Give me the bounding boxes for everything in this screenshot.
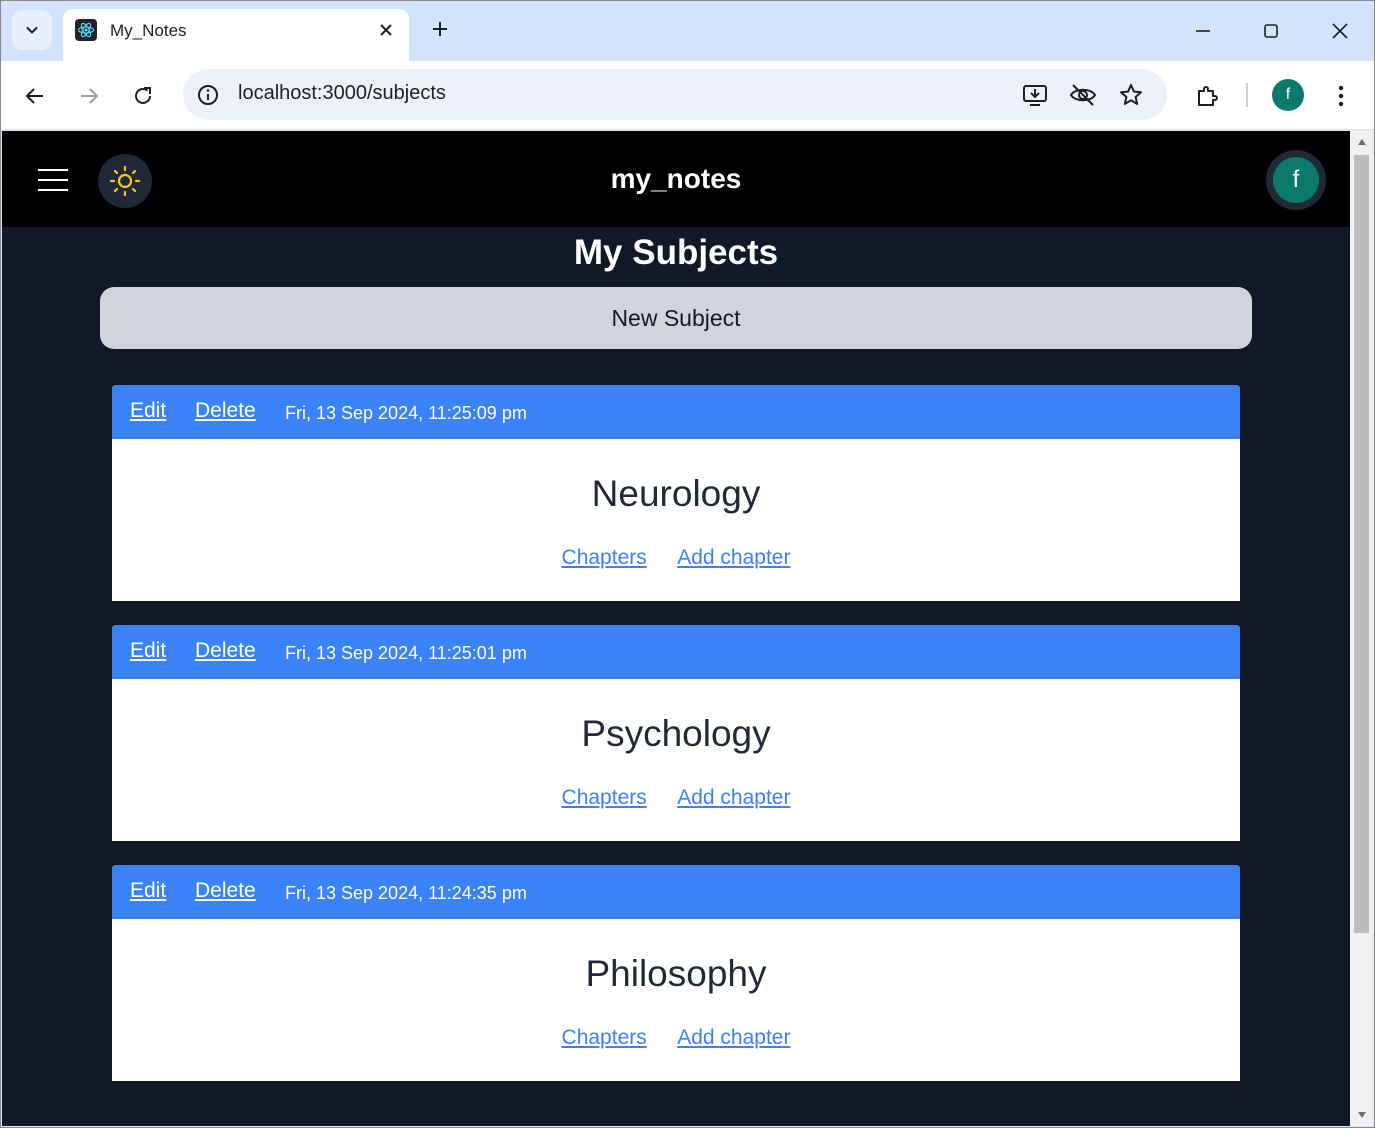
delete-subject-link[interactable]: Delete — [195, 399, 256, 423]
triangle-up-icon — [1357, 139, 1366, 145]
site-info-button[interactable] — [195, 82, 221, 108]
install-app-button[interactable] — [1021, 81, 1049, 109]
install-app-icon — [1023, 85, 1047, 106]
new-subject-button[interactable]: New Subject — [100, 287, 1252, 349]
subject-name: Philosophy — [585, 953, 767, 994]
scrollbar-thumb[interactable] — [1354, 155, 1369, 933]
app-title: my_notes — [610, 163, 742, 194]
url-text[interactable]: localhost:3000/subjects — [238, 82, 446, 105]
subject-card: Edit Delete Fri, 13 Sep 2024, 11:24:35 p… — [112, 865, 1240, 1081]
minimize-icon — [1196, 30, 1210, 32]
subject-links: Chapters Add chapter — [112, 546, 1240, 570]
edit-subject-link[interactable]: Edit — [130, 879, 166, 903]
puzzle-icon — [1198, 86, 1218, 106]
tab-title: My_Notes — [110, 21, 187, 40]
subject-card-header: Edit Delete Fri, 13 Sep 2024, 11:25:09 p… — [112, 385, 1240, 439]
delete-subject-link[interactable]: Delete — [195, 879, 256, 903]
add-chapter-link[interactable]: Add chapter — [677, 546, 790, 569]
subject-date: Fri, 13 Sep 2024, 11:25:01 pm — [285, 643, 527, 663]
reload-button[interactable] — [124, 77, 162, 115]
chevron-down-icon — [26, 26, 38, 34]
kebab-menu-icon — [1338, 85, 1344, 107]
page-viewport: my_notes f My Subjects New Subject Edit … — [2, 131, 1350, 1126]
triangle-down-icon — [1357, 1112, 1366, 1118]
subject-name: Neurology — [591, 473, 761, 514]
delete-subject-link[interactable]: Delete — [195, 639, 256, 663]
tab-search-button[interactable] — [12, 10, 52, 50]
subject-card-header: Edit Delete Fri, 13 Sep 2024, 11:24:35 p… — [112, 865, 1240, 919]
forward-button[interactable] — [70, 77, 108, 115]
user-avatar-button[interactable]: f — [1266, 150, 1326, 210]
arrow-left-icon — [25, 88, 43, 104]
avatar: f — [1273, 157, 1319, 203]
star-icon — [1120, 84, 1142, 105]
add-chapter-link[interactable]: Add chapter — [677, 1026, 790, 1049]
browser-menu-button[interactable] — [1322, 77, 1360, 115]
info-icon — [198, 85, 218, 105]
profile-button[interactable]: f — [1272, 79, 1304, 111]
scroll-up-button[interactable] — [1350, 131, 1373, 153]
tab-close-button[interactable] — [375, 19, 397, 41]
close-icon — [1332, 23, 1348, 39]
close-icon — [380, 24, 392, 36]
close-window-button[interactable] — [1321, 12, 1359, 50]
subject-links: Chapters Add chapter — [112, 786, 1240, 810]
app-header: my_notes f — [2, 131, 1350, 227]
edit-subject-link[interactable]: Edit — [130, 399, 166, 423]
maximize-button[interactable] — [1252, 12, 1290, 50]
tracking-protection-button[interactable] — [1069, 81, 1097, 109]
back-button[interactable] — [16, 77, 54, 115]
subject-date: Fri, 13 Sep 2024, 11:24:35 pm — [285, 883, 527, 903]
new-tab-button[interactable] — [424, 13, 456, 45]
toolbar-divider — [1246, 83, 1248, 107]
address-bar[interactable]: localhost:3000/subjects — [183, 69, 1167, 120]
subject-date: Fri, 13 Sep 2024, 11:25:09 pm — [285, 403, 527, 423]
subject-card: Edit Delete Fri, 13 Sep 2024, 11:25:09 p… — [112, 385, 1240, 601]
reload-icon — [135, 87, 151, 104]
plus-icon — [433, 22, 447, 36]
react-icon — [75, 19, 97, 41]
browser-tab[interactable]: My_Notes — [63, 9, 409, 61]
subject-links: Chapters Add chapter — [112, 1026, 1240, 1050]
extensions-button[interactable] — [1188, 77, 1226, 115]
subject-card-header: Edit Delete Fri, 13 Sep 2024, 11:25:01 p… — [112, 625, 1240, 679]
chapters-link[interactable]: Chapters — [562, 1026, 647, 1049]
subject-name: Psychology — [581, 713, 771, 754]
scroll-down-button[interactable] — [1350, 1104, 1373, 1126]
minimize-button[interactable] — [1184, 12, 1222, 50]
add-chapter-link[interactable]: Add chapter — [677, 786, 790, 809]
eye-off-icon — [1069, 84, 1097, 106]
maximize-icon — [1264, 24, 1278, 38]
page-scrollbar[interactable] — [1350, 131, 1373, 1126]
edit-subject-link[interactable]: Edit — [130, 639, 166, 663]
bookmark-button[interactable] — [1117, 81, 1145, 109]
chapters-link[interactable]: Chapters — [562, 546, 647, 569]
tab-strip: My_Notes — [0, 0, 1375, 61]
subject-card: Edit Delete Fri, 13 Sep 2024, 11:25:01 p… — [112, 625, 1240, 841]
arrow-right-icon — [81, 88, 99, 104]
page-title: My Subjects — [573, 233, 779, 272]
browser-toolbar: localhost:3000/subjects f — [0, 61, 1375, 130]
chapters-link[interactable]: Chapters — [562, 786, 647, 809]
